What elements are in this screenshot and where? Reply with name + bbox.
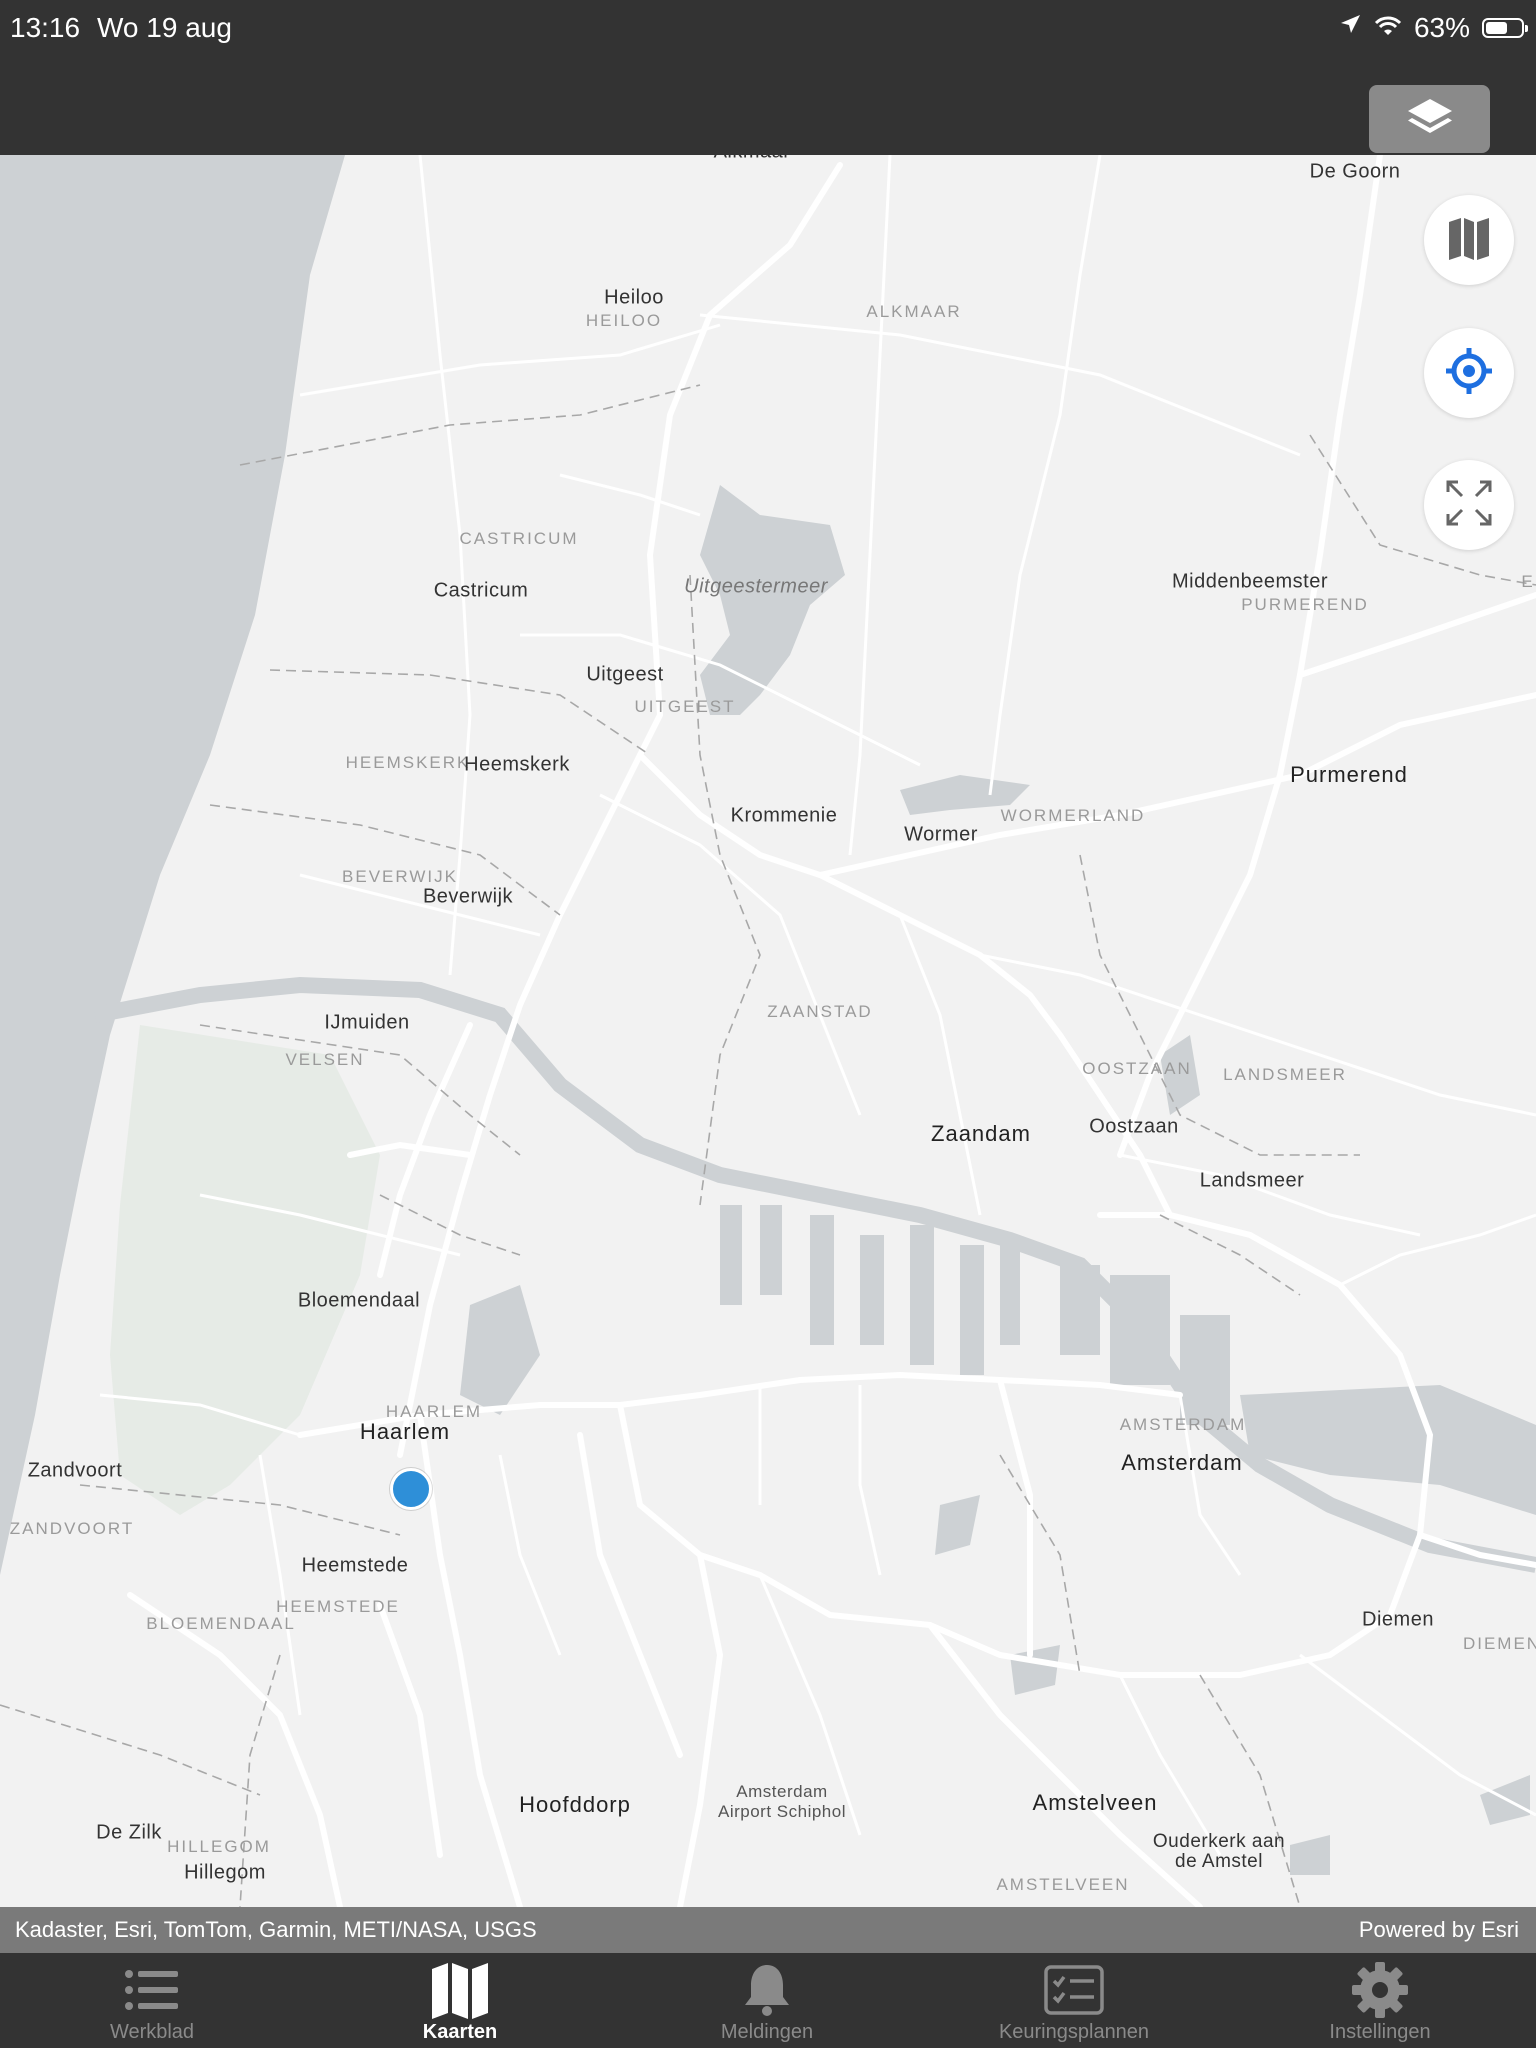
label-middenbeemster: Middenbeemster (1172, 570, 1328, 593)
label-ouderkerk: Ouderkerk aan de Amstel (1152, 1831, 1286, 1872)
label-amsterdam-muni: AMSTERDAM (1119, 1415, 1247, 1434)
tab-label: Instellingen (1329, 2021, 1431, 2043)
tab-label: Keuringsplannen (998, 2021, 1150, 2043)
label-beverwijk: Beverwijk (422, 885, 514, 908)
label-ijmuiden: IJmuiden (324, 1011, 410, 1034)
label-landsmeer-muni: LANDSMEER (1223, 1065, 1347, 1084)
fullscreen-button[interactable] (1424, 460, 1514, 550)
label-castricum: Castricum (433, 579, 529, 602)
label-purmerend-muni: PURMEREND (1241, 595, 1369, 614)
label-de-goorn: De Goorn (1309, 160, 1401, 183)
location-arrow-icon (1338, 12, 1362, 44)
map-view[interactable]: Alkmaar De Goorn Heiloo HEILOO ALKMAAR C… (0, 155, 1536, 1907)
label-hillegom: Hillegom (184, 1861, 266, 1884)
locate-button[interactable] (1424, 328, 1514, 418)
label-heiloo-muni: HEILOO (585, 311, 663, 330)
label-de-zilk: De Zilk (96, 1821, 162, 1844)
map-icon (429, 1961, 491, 2019)
battery-percent: 63% (1413, 12, 1470, 43)
map-icon (1445, 214, 1493, 267)
label-amstelveen: Amstelveen (1032, 1790, 1158, 1815)
attribution-sources: Kadaster, Esri, TomTom, Garmin, METI/NAS… (15, 1917, 537, 1942)
tab-label: Werkblad (109, 2021, 195, 2043)
label-uitgeest-muni: UITGEEST (634, 697, 736, 716)
label-beverwijk-muni: BEVERWIJK (342, 867, 458, 886)
label-heemstede: Heemstede (301, 1554, 409, 1577)
bell-icon (736, 1961, 798, 2019)
label-hoofddorp: Hoofddorp (519, 1792, 631, 1817)
label-zandvoort-muni: ZANDVOORT (9, 1519, 135, 1538)
label-heiloo: Heiloo (604, 286, 664, 309)
tab-keuringsplannen[interactable]: Keuringsplannen (964, 1953, 1184, 2048)
label-purmerend: Purmerend (1290, 762, 1408, 787)
powered-by-esri[interactable]: Powered by Esri (1359, 1917, 1519, 1943)
layers-icon (1406, 97, 1454, 142)
tab-label: Meldingen (720, 2021, 814, 2043)
crosshair-icon (1444, 346, 1494, 401)
label-diemen-muni: DIEMEN (1462, 1634, 1536, 1653)
label-zaandam: Zaandam (931, 1121, 1031, 1146)
label-wormerland-muni: WORMERLAND (1000, 806, 1146, 825)
wifi-icon (1374, 12, 1402, 44)
expand-icon (1444, 478, 1494, 533)
status-bar: 13:16 Wo 19 aug 63% (0, 0, 1536, 60)
tab-kaarten[interactable]: Kaarten (350, 1953, 570, 2048)
label-zaanstad-muni: ZAANSTAD (767, 1002, 873, 1021)
label-edge-e: E (1521, 572, 1535, 591)
label-uitgeest: Uitgeest (586, 663, 664, 686)
label-wormer: Wormer (904, 823, 978, 846)
map-attribution: Kadaster, Esri, TomTom, Garmin, METI/NAS… (0, 1907, 1536, 1953)
status-date: Wo 19 aug (97, 12, 232, 43)
battery-icon (1482, 18, 1528, 38)
status-time: 13:16 (10, 12, 81, 43)
battery-fill (1486, 22, 1507, 34)
label-heemskerk: Heemskerk (464, 753, 570, 776)
label-velsen-muni: VELSEN (285, 1050, 365, 1069)
label-alkmaar-muni: ALKMAAR (866, 302, 962, 321)
top-toolbar (0, 60, 1536, 155)
checklist-icon (1043, 1961, 1105, 2019)
label-krommenie: Krommenie (730, 804, 838, 827)
label-oostzaan-muni: OOSTZAAN (1082, 1059, 1192, 1078)
label-bloemendaal-muni: BLOEMENDAAL (146, 1614, 296, 1633)
label-hillegom-muni: HILLEGOM (167, 1837, 271, 1856)
tab-bar: Werkblad Kaarten Meldingen Keuringsplann… (0, 1953, 1536, 2048)
label-oostzaan: Oostzaan (1089, 1115, 1179, 1138)
list-icon (121, 1961, 183, 2019)
gear-icon (1349, 1961, 1411, 2019)
label-bloemendaal: Bloemendaal (297, 1289, 421, 1312)
label-castricum-muni: CASTRICUM (459, 529, 579, 548)
tab-instellingen[interactable]: Instellingen (1270, 1953, 1490, 2048)
basemap-button[interactable] (1424, 195, 1514, 285)
label-haarlem: Haarlem (359, 1419, 451, 1444)
label-alkmaar: Alkmaar (714, 155, 791, 164)
label-amstelveen-muni: AMSTELVEEN (996, 1875, 1130, 1894)
label-landsmeer: Landsmeer (1199, 1169, 1305, 1192)
label-heemskerk-muni: HEEMSKERK (345, 753, 471, 772)
current-location-marker[interactable] (390, 1468, 432, 1510)
layers-button[interactable] (1369, 85, 1490, 153)
label-diemen: Diemen (1362, 1608, 1434, 1631)
tab-werkblad[interactable]: Werkblad (42, 1953, 262, 2048)
label-amsterdam: Amsterdam (1121, 1450, 1243, 1475)
tab-label: Kaarten (422, 2021, 498, 2043)
tab-meldingen[interactable]: Meldingen (657, 1953, 877, 2048)
label-schiphol: Amsterdam Airport Schiphol (717, 1782, 846, 1821)
basemap (0, 155, 1536, 1907)
label-zandvoort: Zandvoort (27, 1459, 123, 1482)
label-uitgeestermeer: Uitgeestermeer (684, 575, 828, 598)
